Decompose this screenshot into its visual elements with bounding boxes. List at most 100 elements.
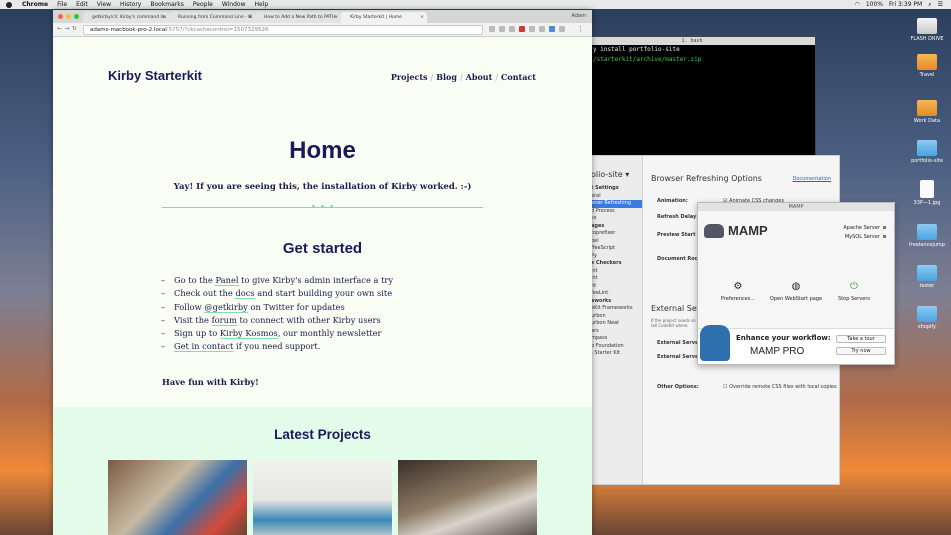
tab-running-cli[interactable]: Running from Command Line - Ki × xyxy=(169,12,255,23)
project-thumbnail[interactable] xyxy=(253,460,392,535)
desktop-icon-work-data[interactable]: Work Data xyxy=(900,100,951,124)
terminal-title: 1. bash xyxy=(569,37,815,45)
list-link[interactable]: docs xyxy=(235,288,255,300)
menu-separator: / xyxy=(495,73,499,82)
desktop-icon-tester[interactable]: tester xyxy=(900,265,951,289)
battery-status[interactable]: 100% xyxy=(866,1,883,8)
globe-icon: ◍ xyxy=(791,281,801,292)
profile-name[interactable]: Adam xyxy=(572,13,586,19)
site-menu: Projects / Blog / About / Contact xyxy=(391,72,536,82)
desktop-icon-freelancejump[interactable]: freelancejump xyxy=(900,224,951,248)
list-item: – Check out the docs and start building y… xyxy=(161,287,393,300)
mamp-pro-promo: Enhance your workflow: MAMP PRO Take a t… xyxy=(698,325,894,364)
list-dash: – xyxy=(161,301,166,312)
try-now-button[interactable]: Try now xyxy=(836,347,886,355)
image-file-icon xyxy=(920,180,934,198)
list-link[interactable]: Panel xyxy=(215,275,239,286)
site-brand[interactable]: Kirby Starterkit xyxy=(108,68,202,83)
notification-icon[interactable]: ☰ xyxy=(938,1,943,8)
list-text: Follow xyxy=(174,301,205,312)
list-link[interactable]: Kirby Kosmos xyxy=(219,328,278,340)
address-bar[interactable]: adams-macbook-pro-2.local:5757/?ckcachec… xyxy=(83,25,483,35)
preferences-button[interactable]: ⚙ Preferences... xyxy=(708,281,768,302)
menu-projects[interactable]: Projects xyxy=(391,72,428,82)
menu-contact[interactable]: Contact xyxy=(501,72,536,82)
apple-icon[interactable] xyxy=(6,1,12,8)
close-window-icon[interactable] xyxy=(58,14,63,19)
extension-icon[interactable] xyxy=(499,26,505,32)
menu-edit[interactable]: Edit xyxy=(76,1,88,8)
latest-projects-heading: Latest Projects xyxy=(274,427,371,442)
tab-add-path[interactable]: How to Add a New Path to PATH × xyxy=(255,12,341,23)
list-text: Visit the xyxy=(174,314,212,325)
list-link[interactable]: Get in contact xyxy=(174,341,234,353)
close-tab-icon[interactable]: × xyxy=(420,12,424,23)
search-icon[interactable]: ⌕ xyxy=(928,1,931,9)
documentation-link[interactable]: Documentation xyxy=(792,176,831,182)
extension-icon[interactable] xyxy=(559,26,565,32)
stop-servers-button[interactable]: ⏻ Stop Servers xyxy=(824,281,884,302)
menu-history[interactable]: History xyxy=(120,1,141,8)
zoom-window-icon[interactable] xyxy=(74,14,79,19)
minimize-window-icon[interactable] xyxy=(66,14,71,19)
list-item: – Get in contact if you need support. xyxy=(161,340,393,353)
folder-icon xyxy=(917,265,937,281)
menu-about[interactable]: About xyxy=(466,72,493,82)
extension-icon[interactable] xyxy=(489,26,495,32)
webstart-button[interactable]: ◍ Open WebStart page xyxy=(766,281,826,302)
list-link[interactable]: @getkirby xyxy=(204,301,248,313)
close-tab-icon[interactable]: × xyxy=(162,12,166,23)
wifi-icon[interactable]: ◠ xyxy=(855,1,860,8)
list-text: to give Kirby's admin interface a try xyxy=(238,275,394,285)
menu-help[interactable]: Help xyxy=(255,1,269,8)
mamp-logo: MAMP xyxy=(704,223,768,238)
project-thumbnail[interactable] xyxy=(398,460,537,535)
menu-kebab-icon[interactable]: ⋮ xyxy=(577,25,584,33)
clock[interactable]: Fri 3:39 PM xyxy=(889,1,922,8)
tab-getkirby-cli[interactable]: getkirby/cli: Kirby's command lin × xyxy=(83,12,169,23)
divider xyxy=(162,205,483,208)
menu-window[interactable]: Window xyxy=(222,1,246,8)
promo-product: MAMP PRO xyxy=(750,346,805,357)
extension-icon[interactable] xyxy=(539,26,545,32)
folder-icon xyxy=(917,224,937,240)
menu-app[interactable]: Chrome xyxy=(22,1,48,8)
take-tour-button[interactable]: Take a tour xyxy=(836,335,886,343)
desktop-icon-portfolio[interactable]: portfolio-site xyxy=(900,140,951,164)
desktop-icon-travel[interactable]: Travel xyxy=(900,54,951,78)
terminal-window[interactable]: 1. bash y install portfolio-site /starte… xyxy=(568,36,816,156)
list-text: on Twitter for updates xyxy=(247,301,345,312)
menu-people[interactable]: People xyxy=(193,1,213,8)
list-dash: – xyxy=(161,314,166,325)
extension-icon[interactable] xyxy=(519,26,525,32)
back-icon[interactable]: ← xyxy=(57,26,65,32)
other-options-label: Other Options: xyxy=(657,384,699,390)
menu-view[interactable]: View xyxy=(97,1,111,8)
close-tab-icon[interactable]: × xyxy=(334,12,338,23)
desktop-icon-shopify[interactable]: shopify xyxy=(900,306,951,330)
menu-file[interactable]: File xyxy=(57,1,67,8)
menu-bookmarks[interactable]: Bookmarks xyxy=(150,1,184,8)
desktop-icon-image[interactable]: 33P—1.jpg xyxy=(900,180,951,206)
refresh-delay-label: Refresh Delay: xyxy=(657,214,699,220)
mamp-window[interactable]: MAMP MAMP Apache Server MySQL Server ⚙ Pr… xyxy=(697,202,895,365)
terminal-line: /starterkit/archive/master.zip xyxy=(593,56,702,63)
bookmark-star-icon[interactable] xyxy=(509,26,515,32)
project-thumbnail[interactable] xyxy=(108,460,247,535)
folder-icon xyxy=(917,140,937,156)
extension-icon[interactable] xyxy=(529,26,535,32)
menu-blog[interactable]: Blog xyxy=(436,72,457,82)
desktop-icon-flash-drive[interactable]: FLASH DRIVE xyxy=(900,18,951,42)
list-dash: – xyxy=(161,328,166,339)
tab-bar: getkirby/cli: Kirby's command lin × Runni… xyxy=(53,10,592,23)
nav-buttons: ←→↻ xyxy=(57,26,80,32)
page-intro: Yay! If you are seeing this, the install… xyxy=(173,182,472,192)
reload-icon[interactable]: ↻ xyxy=(72,26,80,32)
list-item: – Sign up to Kirby Kosmos, our monthly ne… xyxy=(161,327,393,340)
override-css-checkbox[interactable]: ☐ Override remote CSS files with local c… xyxy=(723,384,837,390)
close-tab-icon[interactable]: × xyxy=(248,12,252,23)
extension-icon[interactable] xyxy=(549,26,555,32)
get-started-heading: Get started xyxy=(282,240,363,257)
tab-kirby-home[interactable]: Kirby Starterkit | Home × xyxy=(341,12,427,23)
list-link[interactable]: forum xyxy=(211,314,237,326)
